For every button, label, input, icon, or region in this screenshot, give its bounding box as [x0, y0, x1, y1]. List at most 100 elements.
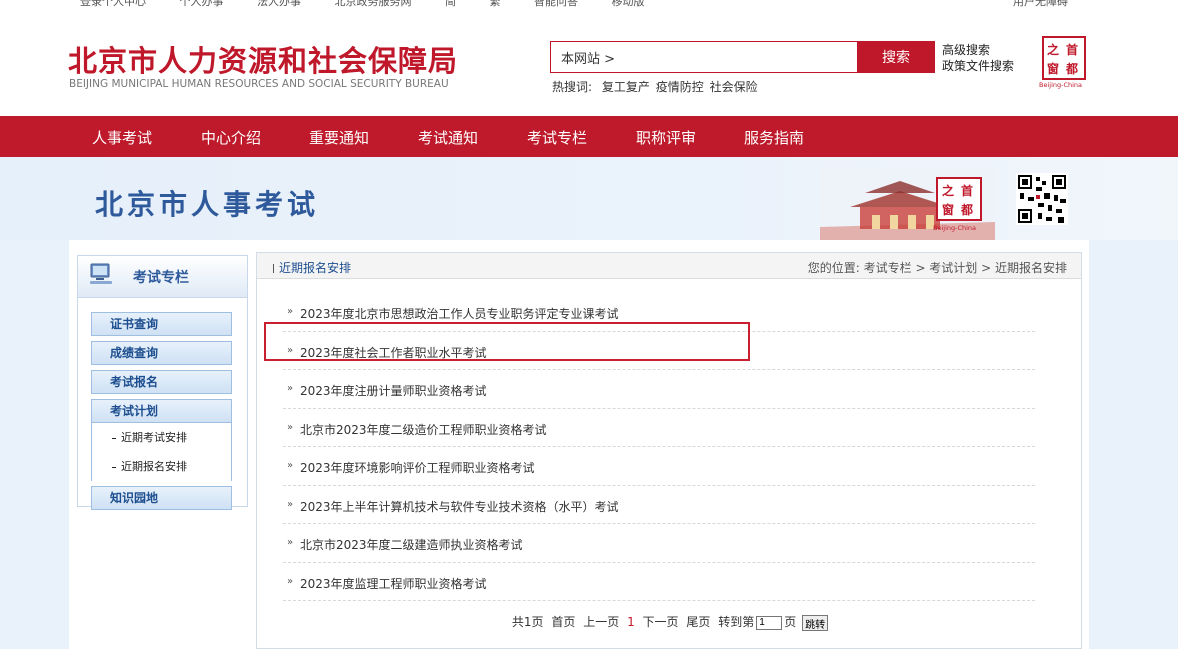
site-title-en: BEIJING MUNICIPAL HUMAN RESOURCES AND SO… [69, 78, 449, 90]
chevron-right-icon: » [287, 575, 294, 587]
top-utility-links: 登录个人中心 个人办事 法人办事 北京政务服务网 简 繁 智能问答 移动版 [80, 0, 675, 9]
dash-icon [112, 437, 116, 439]
top-link[interactable]: 繁 [490, 0, 501, 8]
advanced-search-link[interactable]: 高级搜索 [942, 42, 1014, 58]
list-item: » 2023年度环境影响评价工程师职业资格考试 [283, 447, 1035, 486]
sidebar-item-exam-registration[interactable]: 考试报名 [91, 370, 232, 394]
exam-link[interactable]: 北京市2023年度二级造价工程师职业资格考试 [300, 421, 547, 438]
top-link[interactable]: 移动版 [612, 0, 645, 8]
seal-char: 都 [1066, 62, 1079, 76]
exam-link[interactable]: 北京市2023年度二级建造师执业资格考试 [300, 536, 523, 553]
list-item: » 北京市2023年度二级造价工程师职业资格考试 [283, 409, 1035, 447]
panel-header: 近期报名安排 您的位置: 考试专栏 > 考试计划 > 近期报名安排 [257, 253, 1081, 279]
top-link[interactable]: 登录个人中心 [80, 0, 146, 8]
list-item: » 2023年度注册计量师职业资格考试 [283, 370, 1035, 409]
sidebar-submenu: 近期考试安排 近期报名安排 [91, 423, 232, 481]
search-field-wrap[interactable] [550, 41, 858, 73]
list-item: » 北京市2023年度二级建造师执业资格考试 [283, 524, 1035, 563]
content-area: 考试专栏 证书查询 成绩查询 考试报名 考试计划 近期考试安排 近期报名安排 知… [69, 240, 1089, 649]
nav-item[interactable]: 职称评审 [636, 127, 696, 148]
accessibility-link[interactable]: 用户无障碍 [1013, 0, 1068, 9]
seal-char: 首 [1066, 43, 1079, 57]
breadcrumb: 您的位置: 考试专栏 > 考试计划 > 近期报名安排 [807, 261, 1067, 275]
policy-search-link[interactable]: 政策文件搜索 [942, 58, 1014, 74]
nav-item[interactable]: 考试通知 [418, 127, 478, 148]
nav-item[interactable]: 人事考试 [92, 127, 152, 148]
current-page: 1 [627, 615, 635, 629]
dash-icon [112, 466, 116, 468]
capital-window-seal-icon: 之 首 窗 都 [936, 177, 982, 221]
seal-char: 窗 [942, 203, 955, 217]
hot-words-label: 热搜词: [552, 80, 593, 94]
goto-suffix: 页 [784, 615, 797, 629]
hot-word-link[interactable]: 社会保险 [710, 80, 758, 94]
computer-icon [90, 263, 112, 284]
main-nav: 人事考试 中心介绍 重要通知 考试通知 考试专栏 职称评审 服务指南 [0, 116, 1178, 157]
seal-char: 之 [1047, 43, 1060, 57]
list-item: » 2023年上半年计算机技术与软件专业技术资格（水平）考试 [283, 486, 1035, 524]
nav-item[interactable]: 考试专栏 [527, 127, 587, 148]
banner: 北京市人事考试 之 首 窗 都 Beijing-China [0, 157, 1178, 240]
exam-link[interactable]: 2023年度监理工程师职业资格考试 [300, 575, 487, 592]
exam-link[interactable]: 2023年上半年计算机技术与软件专业技术资格（水平）考试 [300, 498, 619, 515]
seal-char: 窗 [1047, 62, 1060, 76]
sidebar-item-knowledge[interactable]: 知识园地 [91, 486, 232, 510]
exam-list: » 2023年度北京市思想政治工作人员专业职务评定专业课考试 » 2023年度社会工… [283, 293, 1035, 601]
title-bar-icon [273, 264, 274, 273]
goto-page-input[interactable] [756, 615, 783, 630]
hot-word-link[interactable]: 疫情防控 [656, 80, 704, 94]
sidebar-subitem-label: 近期报名安排 [121, 460, 187, 473]
nav-item[interactable]: 中心介绍 [201, 127, 261, 148]
chevron-right-icon: » [287, 421, 294, 433]
sidebar-item-score-query[interactable]: 成绩查询 [91, 341, 232, 365]
jump-button[interactable]: 跳转 [802, 614, 829, 631]
nav-item[interactable]: 重要通知 [309, 127, 369, 148]
exam-link[interactable]: 2023年度环境影响评价工程师职业资格考试 [300, 459, 535, 476]
top-utility-strip: 登录个人中心 个人办事 法人办事 北京政务服务网 简 繁 智能问答 移动版 用户… [0, 0, 1178, 14]
seal-caption: Beijing-China [933, 224, 977, 232]
chevron-right-icon: » [287, 306, 294, 317]
sidebar-subitem-recent-exams[interactable]: 近期考试安排 [92, 423, 231, 452]
first-page-link[interactable]: 首页 [551, 615, 575, 629]
seal-char: 首 [961, 184, 974, 198]
site-title[interactable]: 北京市人力资源和社会保障局 [68, 38, 458, 80]
last-page-link[interactable]: 尾页 [686, 615, 710, 629]
chevron-right-icon: » [287, 344, 294, 356]
list-item: » 2023年度社会工作者职业水平考试 [283, 332, 1035, 370]
sidebar-subitem-recent-registration[interactable]: 近期报名安排 [92, 452, 231, 481]
top-link[interactable]: 法人办事 [257, 0, 301, 8]
list-item: » 2023年度监理工程师职业资格考试 [283, 563, 1035, 601]
pagination: 共1页 首页 上一页 1 下一页 尾页 转到第 页 跳转 [257, 613, 1081, 631]
top-link[interactable]: 个人办事 [180, 0, 224, 8]
chevron-right-icon: » [287, 383, 294, 394]
list-item: » 2023年度北京市思想政治工作人员专业职务评定专业课考试 [283, 293, 1035, 332]
main-panel: 近期报名安排 您的位置: 考试专栏 > 考试计划 > 近期报名安排 » 2023年… [256, 252, 1082, 649]
search-input[interactable] [551, 42, 857, 72]
seal-char: 之 [942, 184, 955, 198]
sidebar-header: 考试专栏 [78, 256, 247, 298]
advanced-search-links: 高级搜索 政策文件搜索 [942, 42, 1014, 74]
banner-title: 北京市人事考试 [95, 188, 320, 221]
sidebar-item-certificate-query[interactable]: 证书查询 [91, 312, 232, 336]
page-total: 共1页 [511, 615, 544, 629]
section-title: 近期报名安排 [273, 259, 351, 276]
sidebar: 考试专栏 证书查询 成绩查询 考试报名 考试计划 近期考试安排 近期报名安排 知… [77, 255, 248, 510]
nav-item[interactable]: 服务指南 [744, 127, 804, 148]
sidebar-item-exam-plan[interactable]: 考试计划 [91, 399, 232, 423]
exam-link[interactable]: 2023年度注册计量师职业资格考试 [300, 382, 487, 399]
exam-link[interactable]: 2023年度北京市思想政治工作人员专业职务评定专业课考试 [300, 305, 619, 322]
chevron-right-icon: » [287, 460, 294, 471]
chevron-right-icon: » [287, 498, 294, 510]
top-link[interactable]: 北京政务服务网 [335, 0, 412, 8]
qr-code-icon[interactable] [1016, 173, 1068, 225]
exam-link[interactable]: 2023年度社会工作者职业水平考试 [300, 344, 487, 361]
search-button[interactable]: 搜索 [857, 41, 935, 73]
next-page-link[interactable]: 下一页 [643, 615, 679, 629]
top-link[interactable]: 简 [445, 0, 456, 8]
site-header: 北京市人力资源和社会保障局 BEIJING MUNICIPAL HUMAN RE… [0, 14, 1178, 116]
prev-page-link[interactable]: 上一页 [583, 615, 619, 629]
section-title-text: 近期报名安排 [279, 261, 352, 275]
hot-word-link[interactable]: 复工复产 [602, 80, 650, 94]
top-link[interactable]: 智能问答 [534, 0, 578, 8]
seal-caption: Beijing-China [1039, 81, 1083, 89]
